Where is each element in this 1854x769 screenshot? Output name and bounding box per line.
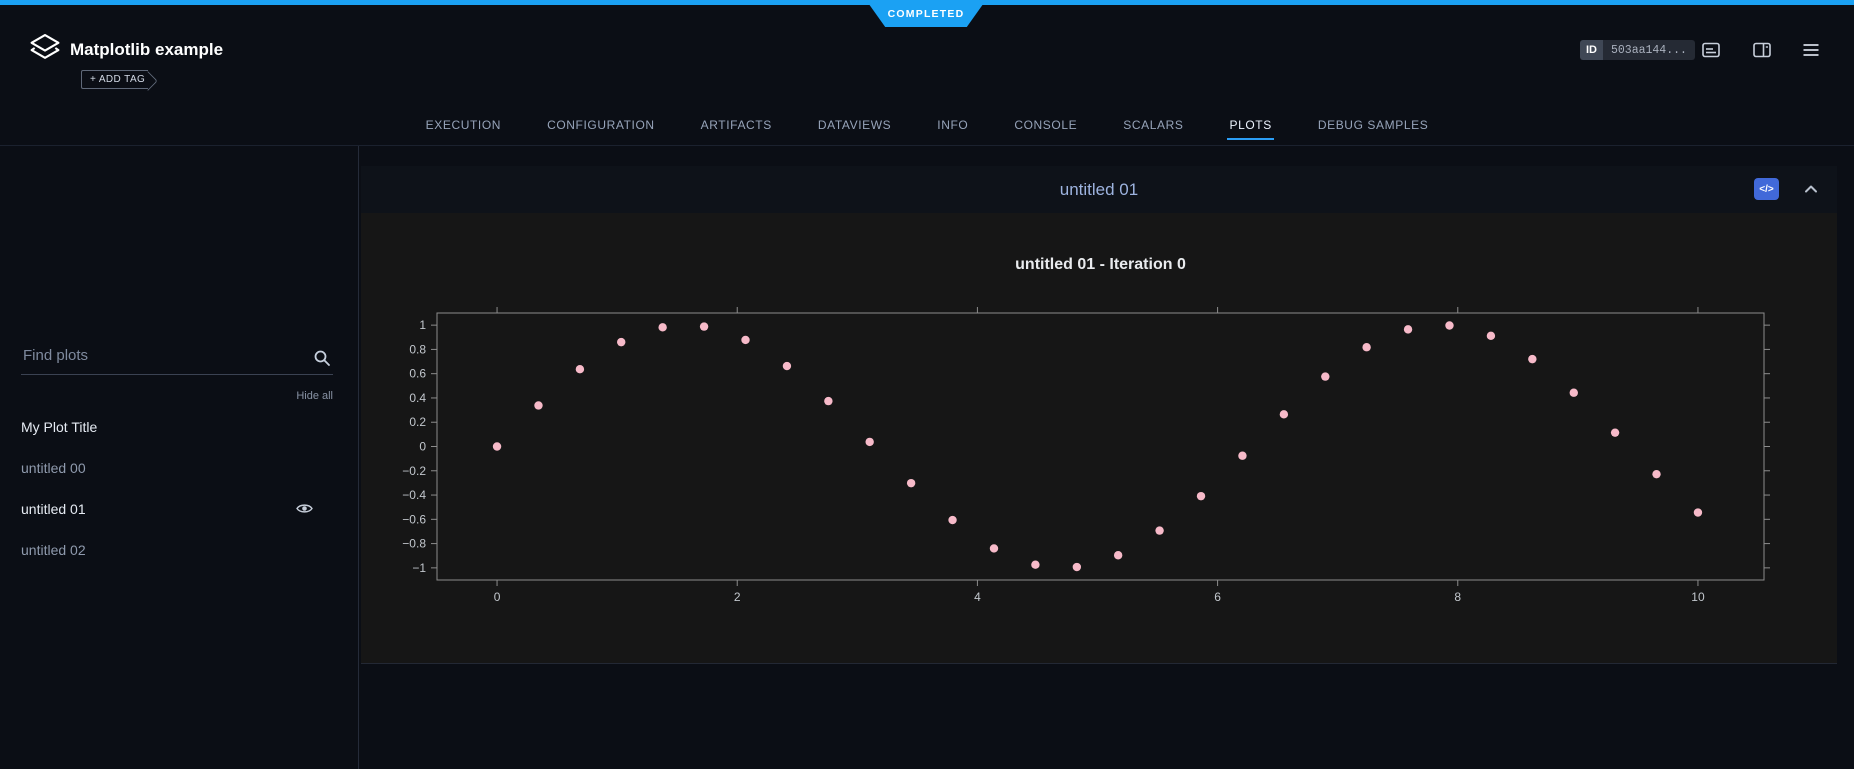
tab-plots[interactable]: PLOTS [1227, 111, 1273, 140]
hamburger-menu-icon [1801, 40, 1821, 60]
split-panel-icon [1752, 40, 1772, 60]
add-tag-label: + ADD TAG [90, 74, 145, 85]
menu-button[interactable] [1799, 38, 1823, 62]
chevron-up-icon [1802, 180, 1820, 198]
svg-text:0.2: 0.2 [409, 415, 426, 429]
plot-card-title: untitled 01 [361, 166, 1837, 213]
svg-text:0: 0 [494, 590, 501, 604]
plot-item-label: My Plot Title [21, 419, 97, 435]
search-input[interactable] [21, 346, 303, 365]
search-icon[interactable] [313, 349, 331, 367]
plot-search-field [21, 344, 333, 375]
tab-execution[interactable]: EXECUTION [424, 111, 503, 140]
svg-text:0.8: 0.8 [409, 342, 426, 356]
svg-text:untitled 01 - Iteration 0: untitled 01 - Iteration 0 [1015, 256, 1186, 273]
sidebar-plot-item-my-plot-title[interactable]: My Plot Title [0, 406, 357, 447]
svg-text:2: 2 [734, 590, 741, 604]
plot-item-label: untitled 00 [21, 460, 86, 476]
svg-text:1: 1 [419, 318, 426, 332]
status-ribbon-label: COMPLETED [888, 8, 965, 20]
tab-configuration[interactable]: CONFIGURATION [545, 111, 657, 140]
plot-card-body: 0 2 4 6 8 10 −1 −0.8 −0.6 −0.4 −0.2 0 0.2 0.4 0.6 0.8 1 u… [361, 213, 1837, 663]
plot-list: My Plot Title untitled 00 untitled 01 untit… [0, 406, 357, 570]
hide-all-link[interactable]: Hide all [296, 390, 333, 402]
tab-console[interactable]: CONSOLE [1012, 111, 1079, 140]
experiment-id-badge[interactable]: ID 503aa144... [1580, 40, 1695, 60]
svg-text:0: 0 [419, 440, 426, 454]
scatter-chart[interactable]: 0 2 4 6 8 10 −1 −0.8 −0.6 −0.4 −0.2 0 0.2 0.4 0.6 0.8 1 u… [361, 213, 1837, 663]
svg-text:−0.8: −0.8 [402, 537, 426, 551]
visible-eye-icon[interactable] [296, 502, 313, 515]
tab-scalars[interactable]: SCALARS [1121, 111, 1185, 140]
plot-item-label: untitled 01 [21, 501, 86, 517]
status-ribbon: COMPLETED [866, 0, 986, 27]
plot-card-header: untitled 01 </> [361, 166, 1837, 213]
svg-text:−0.6: −0.6 [402, 512, 426, 526]
svg-text:6: 6 [1214, 590, 1221, 604]
sidebar-plot-item-untitled-02[interactable]: untitled 02 [0, 529, 357, 570]
svg-text:0.4: 0.4 [409, 391, 426, 405]
svg-text:4: 4 [974, 590, 981, 604]
svg-text:0.6: 0.6 [409, 367, 426, 381]
tab-info[interactable]: INFO [935, 111, 970, 140]
app-logo-icon[interactable] [28, 33, 62, 64]
details-panel-toggle-button[interactable] [1750, 38, 1774, 62]
tabs-container: EXECUTION CONFIGURATION ARTIFACTS DATAVIEWS… [0, 111, 1854, 140]
collapse-card-button[interactable] [1801, 180, 1821, 200]
plots-sidebar: Hide all My Plot Title untitled 00 untitle… [0, 146, 359, 769]
id-value: 503aa144... [1603, 40, 1695, 60]
svg-text:−1: −1 [412, 561, 426, 575]
id-label: ID [1580, 40, 1603, 60]
add-tag-button[interactable]: + ADD TAG [81, 70, 148, 89]
sidebar-plot-item-untitled-01[interactable]: untitled 01 [0, 488, 357, 529]
svg-text:−0.4: −0.4 [402, 488, 426, 502]
view-plot-code-button[interactable]: </> [1754, 178, 1779, 200]
svg-text:8: 8 [1454, 590, 1461, 604]
tab-bar: EXECUTION CONFIGURATION ARTIFACTS DATAVIEWS… [0, 106, 1854, 146]
experiment-title: Matplotlib example [70, 40, 223, 60]
plot-card: untitled 01 </> 0246810−1−0.8−0.6−0.4−0.… [361, 166, 1837, 664]
svg-text:10: 10 [1691, 590, 1705, 604]
clearml-experiment-page: COMPLETED Matplotlib example + ADD TAG I… [0, 0, 1854, 769]
svg-text:−0.2: −0.2 [402, 464, 426, 478]
sidebar-plot-item-untitled-00[interactable]: untitled 00 [0, 447, 357, 488]
console-panel-button[interactable] [1699, 38, 1723, 62]
plot-item-label: untitled 02 [21, 542, 86, 558]
tab-artifacts[interactable]: ARTIFACTS [699, 111, 774, 140]
console-icon [1701, 40, 1721, 60]
tab-dataviews[interactable]: DATAVIEWS [816, 111, 893, 140]
tab-debug-samples[interactable]: DEBUG SAMPLES [1316, 111, 1431, 140]
